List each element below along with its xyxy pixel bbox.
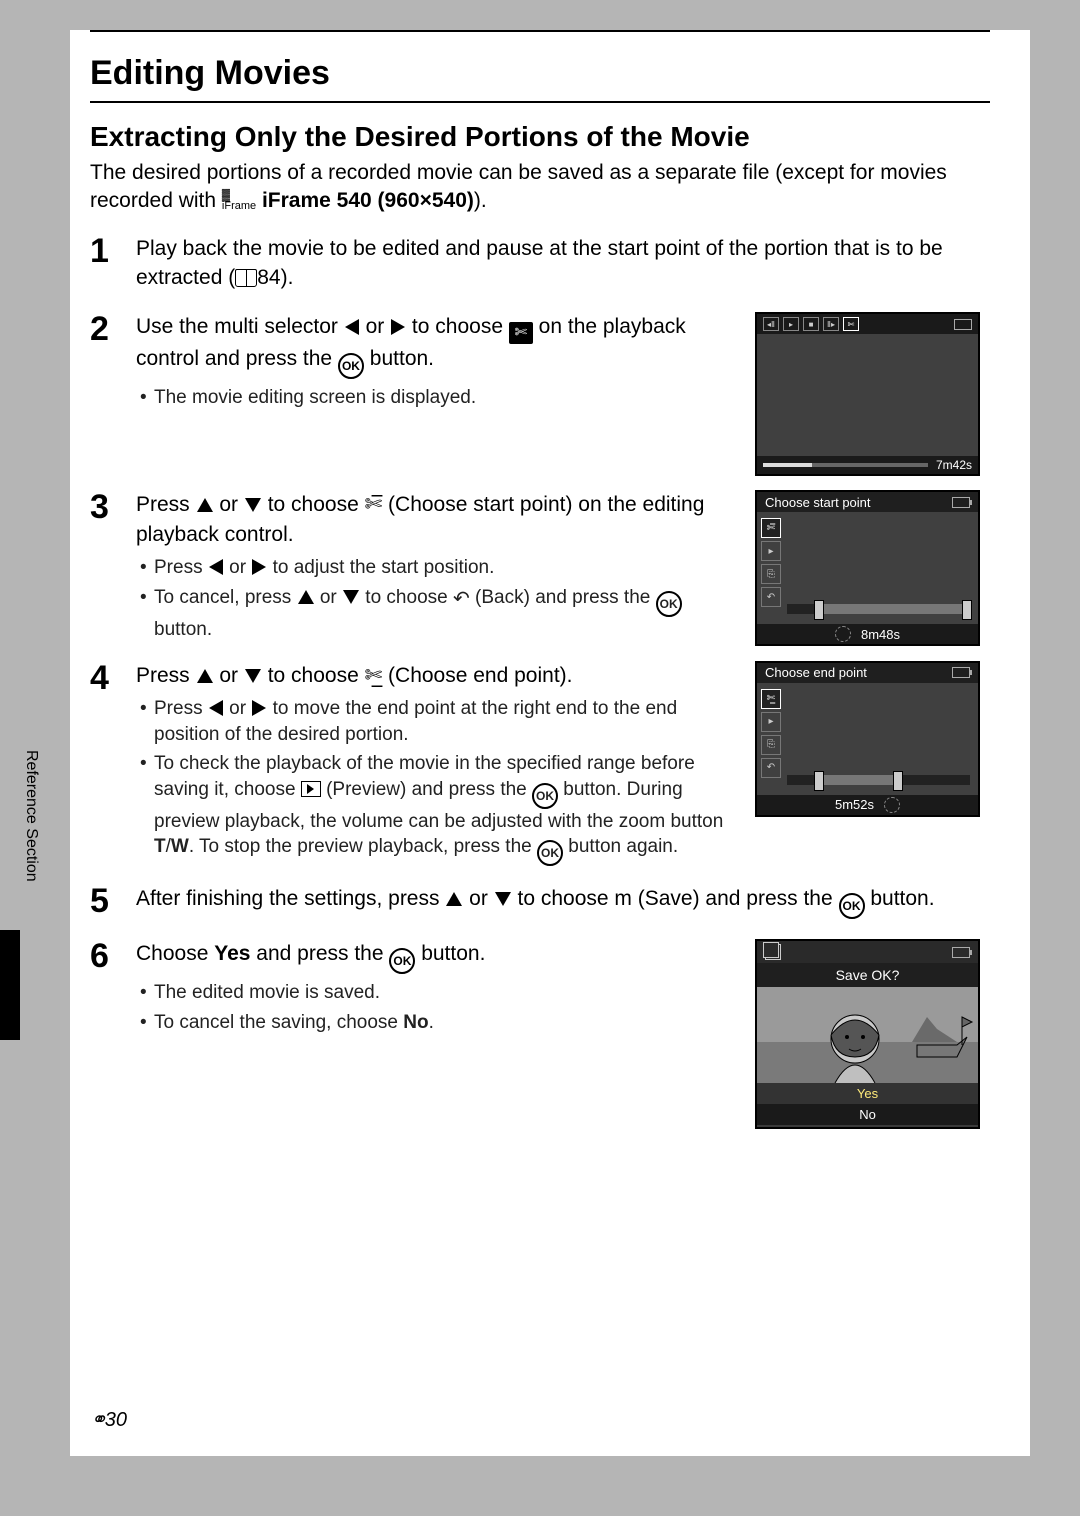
back-icon: ↶ <box>453 586 470 613</box>
save-icon: ⎘ <box>761 564 781 584</box>
section-title: Extracting Only the Desired Portions of … <box>90 121 990 153</box>
ok-icon: OK <box>537 840 563 866</box>
intro-text: The desired portions of a recorded movie… <box>90 159 990 216</box>
battery-icon <box>952 497 970 508</box>
figure-playback: ◂Ⅱ ▸ ■ Ⅱ▸ ✄ 7m42s <box>755 312 980 476</box>
battery-icon <box>952 947 970 958</box>
copy-icon <box>765 944 781 960</box>
battery-icon <box>954 319 972 330</box>
link-icon: ⚭ <box>90 1409 105 1431</box>
step-number: 1 <box>90 234 124 299</box>
down-icon <box>245 669 261 683</box>
step-2: 2 Use the multi selector or to choose ✄ … <box>90 312 990 476</box>
side-label: Reference Section <box>22 750 40 950</box>
end-point-icon: ✄̲ <box>365 664 383 687</box>
preview-icon: ▸ <box>761 541 781 561</box>
back-icon: ↶ <box>761 758 781 778</box>
bullet: The movie editing screen is displayed. <box>136 385 743 411</box>
step-1: 1 Play back the movie to be edited and p… <box>90 234 990 299</box>
option-yes: Yes <box>757 1083 978 1104</box>
bullet: To check the playback of the movie in th… <box>136 751 743 866</box>
figure-choose-start: Choose start point ✄̅ ▸ ⎘ ↶ 8m48s <box>755 490 980 646</box>
step-number: 3 <box>90 490 124 646</box>
start-point-icon: ✄̅ <box>365 493 383 516</box>
edit-icon: ✄ <box>843 317 859 331</box>
step-number: 6 <box>90 939 124 1129</box>
preview-icon: ▸ <box>761 712 781 732</box>
ok-icon: OK <box>338 353 364 379</box>
page-number: ⚭30 <box>90 1407 127 1432</box>
spinner-icon <box>835 626 851 642</box>
step-number: 2 <box>90 312 124 476</box>
end-point-icon: ✄̲ <box>761 689 781 709</box>
step-4: 4 Press or to choose ✄̲ (Choose end poin… <box>90 661 990 871</box>
down-icon <box>495 892 511 906</box>
iframe-icon: ▓iFrame <box>222 190 256 212</box>
up-icon <box>298 590 314 604</box>
scissors-icon: ✄ <box>509 322 533 344</box>
right-icon <box>252 700 266 716</box>
step-number: 4 <box>90 661 124 871</box>
save-icon: ⎘ <box>761 735 781 755</box>
down-icon <box>343 590 359 604</box>
spinner-icon <box>884 797 900 813</box>
side-tab <box>0 930 20 1040</box>
up-icon <box>197 669 213 683</box>
ok-icon: OK <box>389 948 415 974</box>
page-title: Editing Movies <box>90 40 1030 93</box>
timestamp: 8m48s <box>861 627 900 642</box>
left-icon <box>209 700 223 716</box>
step-5: 5 After finishing the settings, press or… <box>90 884 990 925</box>
scene-illustration <box>757 987 978 1083</box>
up-icon <box>197 498 213 512</box>
back-icon: ↶ <box>761 587 781 607</box>
timestamp: 5m52s <box>835 797 874 812</box>
left-icon <box>345 319 359 335</box>
ff-icon: Ⅱ▸ <box>823 317 839 331</box>
bullet: The edited movie is saved. <box>136 980 743 1006</box>
step-6: 6 Choose Yes and press the OK button. Th… <box>90 939 990 1129</box>
right-icon <box>391 319 405 335</box>
battery-icon <box>952 667 970 678</box>
rewind-icon: ◂Ⅱ <box>763 317 779 331</box>
step-number: 5 <box>90 884 124 925</box>
figure-save: Save OK? <box>755 939 980 1129</box>
figure-header: Choose start point <box>765 495 871 510</box>
bullet: Press or to adjust the start position. <box>136 555 743 581</box>
bullet: Press or to move the end point at the ri… <box>136 696 743 747</box>
stop-icon: ■ <box>803 317 819 331</box>
left-icon <box>209 559 223 575</box>
bullet: To cancel, press or to choose ↶ (Back) a… <box>136 585 743 643</box>
figure-header: Choose end point <box>765 665 867 680</box>
down-icon <box>245 498 261 512</box>
bullet: To cancel the saving, choose No. <box>136 1010 743 1036</box>
play-icon: ▸ <box>783 317 799 331</box>
up-icon <box>446 892 462 906</box>
preview-icon <box>301 781 321 797</box>
figure-choose-end: Choose end point ✄̲ ▸ ⎘ ↶ 5m52s <box>755 661 980 817</box>
option-no: No <box>757 1104 978 1125</box>
ok-icon: OK <box>532 783 558 809</box>
book-icon <box>235 269 257 287</box>
save-prompt: Save OK? <box>757 963 978 987</box>
right-icon <box>252 559 266 575</box>
step-3: 3 Press or to choose ✄̅ (Choose start po… <box>90 490 990 646</box>
ok-icon: OK <box>839 893 865 919</box>
ok-icon: OK <box>656 591 682 617</box>
start-point-icon: ✄̅ <box>761 518 781 538</box>
timestamp: 7m42s <box>936 458 972 472</box>
